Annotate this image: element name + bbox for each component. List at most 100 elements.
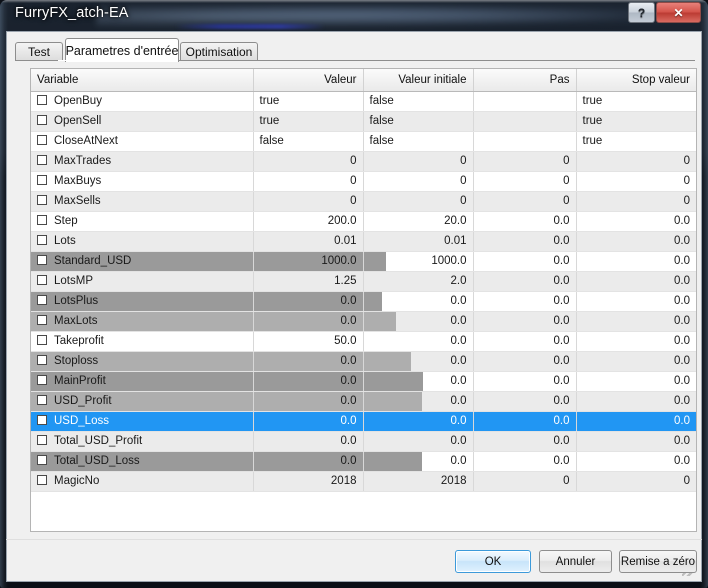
checkbox-icon[interactable]	[37, 395, 47, 405]
table-row[interactable]: USD_Loss0.00.00.00.0	[31, 411, 696, 431]
cell-stop-valeur[interactable]: 0.0	[576, 311, 696, 331]
cell-valeur-initiale[interactable]: 0.0	[363, 431, 473, 451]
table-row[interactable]: Total_USD_Profit0.00.00.00.0	[31, 431, 696, 451]
cell-stop-valeur[interactable]: 0.0	[576, 271, 696, 291]
cell-pas[interactable]: 0.0	[473, 211, 576, 231]
checkbox-icon[interactable]	[37, 295, 47, 305]
cell-valeur-initiale[interactable]: 0.0	[363, 371, 473, 391]
cell-valeur[interactable]: 0.0	[253, 291, 363, 311]
cell-variable[interactable]: Lots	[31, 231, 253, 251]
checkbox-icon[interactable]	[37, 435, 47, 445]
cell-stop-valeur[interactable]: 0	[576, 151, 696, 171]
table-row[interactable]: MaxSells0000	[31, 191, 696, 211]
cell-valeur[interactable]: 0.0	[253, 411, 363, 431]
checkbox-icon[interactable]	[37, 175, 47, 185]
cell-valeur-initiale[interactable]: 0	[363, 191, 473, 211]
table-row[interactable]: Step200.020.00.00.0	[31, 211, 696, 231]
cell-valeur[interactable]: 0	[253, 171, 363, 191]
checkbox-icon[interactable]	[37, 455, 47, 465]
cell-stop-valeur[interactable]: 0.0	[576, 331, 696, 351]
cell-valeur-initiale[interactable]: 2.0	[363, 271, 473, 291]
cell-valeur-initiale[interactable]: 2018	[363, 471, 473, 491]
table-row[interactable]: MaxBuys0000	[31, 171, 696, 191]
cell-valeur-initiale[interactable]: 0.0	[363, 411, 473, 431]
cell-valeur[interactable]: 50.0	[253, 331, 363, 351]
table-row[interactable]: Stoploss0.00.00.00.0	[31, 351, 696, 371]
cell-variable[interactable]: OpenBuy	[31, 91, 253, 111]
cell-variable[interactable]: MaxBuys	[31, 171, 253, 191]
close-icon[interactable]: ✕	[656, 2, 701, 23]
cell-valeur[interactable]: 2018	[253, 471, 363, 491]
table-row[interactable]: MagicNo2018201800	[31, 471, 696, 491]
cell-pas[interactable]: 0.0	[473, 451, 576, 471]
checkbox-icon[interactable]	[37, 375, 47, 385]
cell-valeur[interactable]: 0.01	[253, 231, 363, 251]
table-row[interactable]: OpenBuytruefalsetrue	[31, 91, 696, 111]
table-row[interactable]: LotsMP1.252.00.00.0	[31, 271, 696, 291]
cell-stop-valeur[interactable]: true	[576, 131, 696, 151]
column-header-stop-valeur[interactable]: Stop valeur	[576, 69, 696, 91]
cell-stop-valeur[interactable]: 0	[576, 191, 696, 211]
table-row[interactable]: LotsPlus0.00.00.00.0	[31, 291, 696, 311]
ok-button[interactable]: OK	[455, 550, 531, 573]
checkbox-icon[interactable]	[37, 335, 47, 345]
cell-stop-valeur[interactable]: true	[576, 91, 696, 111]
table-row[interactable]: USD_Profit0.00.00.00.0	[31, 391, 696, 411]
table-row[interactable]: CloseAtNextfalsefalsetrue	[31, 131, 696, 151]
checkbox-icon[interactable]	[37, 475, 47, 485]
table-row[interactable]: Total_USD_Loss0.00.00.00.0	[31, 451, 696, 471]
cell-valeur[interactable]: 200.0	[253, 211, 363, 231]
checkbox-icon[interactable]	[37, 95, 47, 105]
column-header-valeur-initiale[interactable]: Valeur initiale	[363, 69, 473, 91]
help-button[interactable]: ?	[628, 2, 655, 23]
cell-variable[interactable]: MaxTrades	[31, 151, 253, 171]
tab-test[interactable]: Test	[15, 42, 63, 61]
checkbox-icon[interactable]	[37, 355, 47, 365]
cell-stop-valeur[interactable]: true	[576, 111, 696, 131]
tab-parametres-entree[interactable]: Parametres d'entrée	[65, 38, 179, 62]
cell-pas[interactable]: 0.0	[473, 431, 576, 451]
checkbox-icon[interactable]	[37, 255, 47, 265]
cell-pas[interactable]: 0	[473, 471, 576, 491]
cell-valeur-initiale[interactable]: false	[363, 111, 473, 131]
cell-valeur-initiale[interactable]: 0	[363, 171, 473, 191]
reset-button[interactable]: Remise a zéro	[619, 550, 697, 573]
checkbox-icon[interactable]	[37, 315, 47, 325]
cell-pas[interactable]: 0.0	[473, 231, 576, 251]
cell-stop-valeur[interactable]: 0.0	[576, 351, 696, 371]
cell-valeur[interactable]: 0	[253, 151, 363, 171]
cell-stop-valeur[interactable]: 0.0	[576, 231, 696, 251]
cell-pas[interactable]: 0	[473, 191, 576, 211]
cell-stop-valeur[interactable]: 0.0	[576, 251, 696, 271]
column-header-valeur[interactable]: Valeur	[253, 69, 363, 91]
cell-pas[interactable]: 0.0	[473, 291, 576, 311]
checkbox-icon[interactable]	[37, 235, 47, 245]
cell-pas[interactable]: 0	[473, 151, 576, 171]
tab-optimisation[interactable]: Optimisation	[180, 42, 258, 61]
cell-valeur[interactable]: 0.0	[253, 311, 363, 331]
cell-valeur-initiale[interactable]: 0.0	[363, 331, 473, 351]
cell-pas[interactable]	[473, 91, 576, 111]
cell-valeur[interactable]: true	[253, 91, 363, 111]
cell-valeur-initiale[interactable]: 20.0	[363, 211, 473, 231]
table-row[interactable]: Lots0.010.010.00.0	[31, 231, 696, 251]
parameters-grid[interactable]: Variable Valeur Valeur initiale Pas Stop…	[30, 68, 697, 532]
cell-pas[interactable]: 0.0	[473, 391, 576, 411]
cell-variable[interactable]: MaxLots	[31, 311, 253, 331]
table-row[interactable]: MaxLots0.00.00.00.0	[31, 311, 696, 331]
cell-pas[interactable]: 0	[473, 171, 576, 191]
table-row[interactable]: MaxTrades0000	[31, 151, 696, 171]
cell-valeur-initiale[interactable]: 0.0	[363, 291, 473, 311]
cell-valeur[interactable]: false	[253, 131, 363, 151]
cell-variable[interactable]: Step	[31, 211, 253, 231]
cell-stop-valeur[interactable]: 0.0	[576, 211, 696, 231]
cell-variable[interactable]: USD_Loss	[31, 411, 253, 431]
cell-stop-valeur[interactable]: 0.0	[576, 411, 696, 431]
cell-stop-valeur[interactable]: 0.0	[576, 451, 696, 471]
cell-pas[interactable]: 0.0	[473, 311, 576, 331]
column-header-variable[interactable]: Variable	[31, 69, 253, 91]
checkbox-icon[interactable]	[37, 195, 47, 205]
cell-variable[interactable]: Standard_USD	[31, 251, 253, 271]
cell-stop-valeur[interactable]: 0	[576, 471, 696, 491]
cell-valeur[interactable]: 0.0	[253, 451, 363, 471]
